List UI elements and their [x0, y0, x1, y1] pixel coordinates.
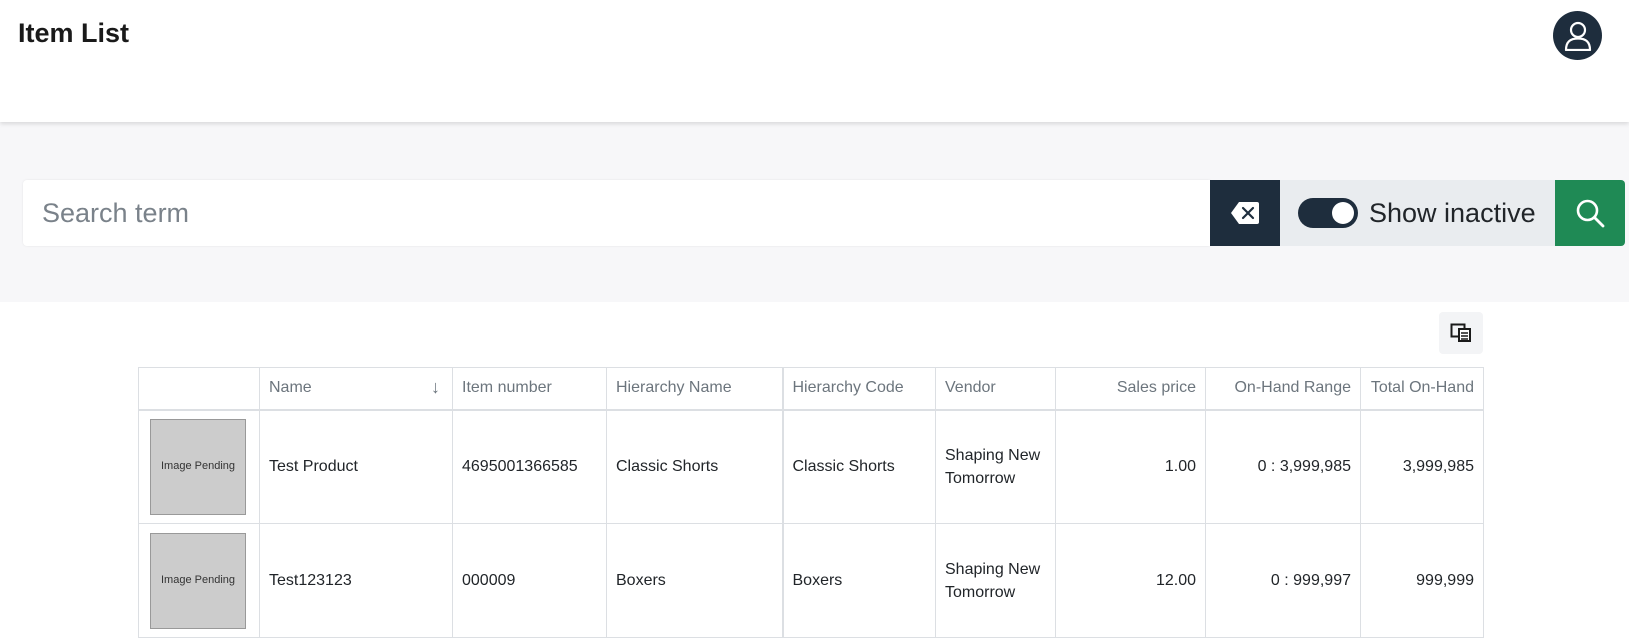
show-inactive-group: Show inactive: [1280, 180, 1555, 246]
sort-descending-icon[interactable]: ↓: [431, 377, 440, 398]
product-image-placeholder[interactable]: Image Pending: [150, 418, 246, 515]
vendor-line: Shaping New: [945, 560, 1041, 578]
cell-hierarchy-name: Boxers: [606, 523, 784, 638]
app-header: Item List: [0, 0, 1629, 122]
show-inactive-toggle[interactable]: [1298, 198, 1358, 228]
cell-name: Test Product: [259, 409, 453, 524]
column-header-image: [138, 367, 260, 411]
cell-hierarchy-code: Classic Shorts: [782, 409, 936, 524]
table-row[interactable]: Image Pending Test Product 4695001366585…: [138, 409, 1484, 524]
user-icon: [1564, 21, 1591, 51]
cell-item-number: 4695001366585: [452, 409, 607, 524]
clear-search-button[interactable]: [1210, 180, 1280, 246]
cell-vendor: Shaping New Tomorrow: [935, 523, 1056, 638]
search-input[interactable]: [23, 180, 1210, 246]
cell-sales-price: 12.00: [1055, 523, 1206, 638]
cell-vendor: Shaping New Tomorrow: [935, 409, 1056, 524]
column-header-hierarchy-name[interactable]: Hierarchy Name: [606, 367, 784, 411]
show-inactive-label: Show inactive: [1369, 197, 1536, 228]
column-header-total-on-hand[interactable]: Total On-Hand: [1360, 367, 1484, 411]
backspace-icon: [1231, 202, 1259, 224]
column-header-sales-price[interactable]: Sales price: [1055, 367, 1206, 411]
image-cell: Image Pending: [138, 409, 260, 524]
page-title: Item List: [18, 18, 130, 48]
product-image-placeholder[interactable]: Image Pending: [150, 532, 246, 629]
table-row[interactable]: Image Pending Test123123 000009 Boxers B…: [138, 523, 1484, 638]
column-header-name[interactable]: Name ↓: [259, 367, 453, 411]
search-icon: [1576, 199, 1605, 228]
vendor-line: Tomorrow: [945, 469, 1016, 487]
user-avatar-button[interactable]: [1553, 11, 1602, 60]
cell-on-hand-range: 0 : 3,999,985: [1205, 409, 1361, 524]
vendor-line: Tomorrow: [945, 583, 1016, 601]
toggle-knob: [1332, 202, 1354, 224]
column-header-vendor[interactable]: Vendor: [935, 367, 1056, 411]
column-header-label: Name: [269, 379, 312, 397]
image-cell: Image Pending: [138, 523, 260, 638]
item-table: Name ↓ Item number Hierarchy Name Hierar…: [138, 367, 1484, 638]
column-header-hierarchy-code[interactable]: Hierarchy Code: [782, 367, 936, 411]
cell-name: Test123123: [259, 523, 453, 638]
table-header-row: Name ↓ Item number Hierarchy Name Hierar…: [138, 367, 1484, 411]
column-header-on-hand-range[interactable]: On-Hand Range: [1205, 367, 1361, 411]
search-button[interactable]: [1555, 180, 1625, 246]
column-chooser-icon: [1450, 323, 1471, 342]
cell-hierarchy-name: Classic Shorts: [606, 409, 784, 524]
item-table-container: Name ↓ Item number Hierarchy Name Hierar…: [138, 367, 1484, 638]
cell-total-on-hand: 999,999: [1360, 523, 1484, 638]
cell-item-number: 000009: [452, 523, 607, 638]
column-header-item-number[interactable]: Item number: [452, 367, 607, 411]
cell-on-hand-range: 0 : 999,997: [1205, 523, 1361, 638]
vendor-line: Shaping New: [945, 446, 1041, 464]
cell-hierarchy-code: Boxers: [782, 523, 936, 638]
cell-total-on-hand: 3,999,985: [1360, 409, 1484, 524]
cell-sales-price: 1.00: [1055, 409, 1206, 524]
column-chooser-button[interactable]: [1439, 312, 1483, 354]
